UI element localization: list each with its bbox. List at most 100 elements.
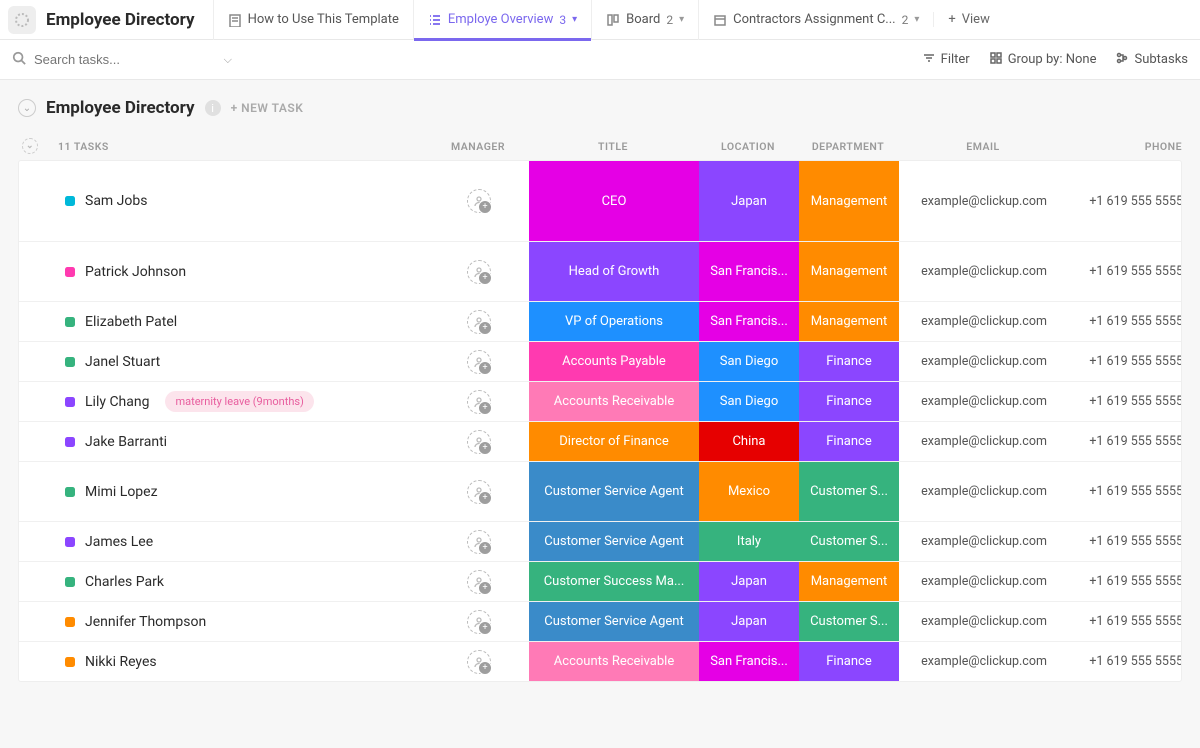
department-cell[interactable]: Finance: [799, 342, 899, 381]
title-cell[interactable]: Customer Service Agent: [529, 602, 699, 641]
collapse-toggle[interactable]: ⌄: [18, 99, 36, 117]
employee-name[interactable]: Mimi Lopez: [85, 484, 158, 500]
title-cell[interactable]: Accounts Receivable: [529, 642, 699, 681]
phone-cell[interactable]: +1 619 555 5555: [1069, 342, 1182, 381]
assign-manager-button[interactable]: [467, 430, 491, 454]
phone-cell[interactable]: +1 619 555 5555: [1069, 522, 1182, 561]
chevron-down-icon[interactable]: ⌵: [224, 53, 232, 67]
assign-manager-button[interactable]: [467, 350, 491, 374]
email-cell[interactable]: example@clickup.com: [899, 522, 1069, 561]
status-square[interactable]: [65, 487, 75, 497]
phone-cell[interactable]: +1 619 555 5555: [1069, 602, 1182, 641]
location-cell[interactable]: Japan: [699, 562, 799, 601]
location-cell[interactable]: San Francis...: [699, 642, 799, 681]
table-row[interactable]: Charles ParkCustomer Success Ma...JapanM…: [19, 561, 1181, 601]
title-cell[interactable]: Customer Service Agent: [529, 462, 699, 521]
table-row[interactable]: Janel Stuart Accounts PayableSan DiegoFin…: [19, 341, 1181, 381]
employee-name[interactable]: Sam Jobs: [85, 193, 147, 209]
department-cell[interactable]: Customer S...: [799, 602, 899, 641]
assign-manager-button[interactable]: [467, 530, 491, 554]
employee-name[interactable]: Nikki Reyes: [85, 654, 157, 670]
status-square[interactable]: [65, 267, 75, 277]
location-cell[interactable]: Mexico: [699, 462, 799, 521]
department-cell[interactable]: Management: [799, 242, 899, 301]
chevron-down-icon[interactable]: ▾: [572, 14, 577, 25]
chevron-down-icon[interactable]: ▾: [679, 14, 684, 25]
col-department[interactable]: DEPARTMENT: [798, 140, 898, 153]
phone-cell[interactable]: +1 619 555 5555: [1069, 302, 1182, 341]
phone-cell[interactable]: +1 619 555 5555: [1069, 462, 1182, 521]
assign-manager-button[interactable]: [467, 480, 491, 504]
search-input[interactable]: [34, 52, 216, 67]
status-square[interactable]: [65, 437, 75, 447]
location-cell[interactable]: San Diego: [699, 342, 799, 381]
table-row[interactable]: Jake BarrantiDirector of FinanceChinaFin…: [19, 421, 1181, 461]
status-square[interactable]: [65, 317, 75, 327]
status-square[interactable]: [65, 657, 75, 667]
email-cell[interactable]: example@clickup.com: [899, 562, 1069, 601]
expand-all-toggle[interactable]: ⌄: [22, 138, 38, 154]
email-cell[interactable]: example@clickup.com: [899, 342, 1069, 381]
table-row[interactable]: Elizabeth PatelVP of OperationsSan Franc…: [19, 301, 1181, 341]
employee-name[interactable]: James Lee: [85, 534, 153, 550]
phone-cell[interactable]: +1 619 555 5555: [1069, 161, 1182, 241]
department-cell[interactable]: Management: [799, 302, 899, 341]
table-row[interactable]: Sam JobsCEOJapanManagementexample@clicku…: [19, 161, 1181, 241]
department-cell[interactable]: Customer S...: [799, 522, 899, 561]
groupby-button[interactable]: Group by: None: [990, 52, 1097, 68]
assign-manager-button[interactable]: [467, 310, 491, 334]
title-cell[interactable]: Director of Finance: [529, 422, 699, 461]
view-tab[interactable]: Contractors Assignment C...2▾: [698, 0, 933, 40]
employee-name[interactable]: Jake Barranti: [85, 434, 167, 450]
status-square[interactable]: [65, 617, 75, 627]
status-square[interactable]: [65, 537, 75, 547]
email-cell[interactable]: example@clickup.com: [899, 302, 1069, 341]
email-cell[interactable]: example@clickup.com: [899, 642, 1069, 681]
table-row[interactable]: Jennifer ThompsonCustomer Service AgentJ…: [19, 601, 1181, 641]
phone-cell[interactable]: +1 619 555 5555: [1069, 642, 1182, 681]
department-cell[interactable]: Management: [799, 562, 899, 601]
title-cell[interactable]: Customer Service Agent: [529, 522, 699, 561]
assign-manager-button[interactable]: [467, 260, 491, 284]
status-square[interactable]: [65, 577, 75, 587]
employee-name[interactable]: Lily Chang: [85, 394, 149, 410]
table-row[interactable]: Nikki Reyes Accounts ReceivableSan Franci…: [19, 641, 1181, 681]
email-cell[interactable]: example@clickup.com: [899, 602, 1069, 641]
employee-name[interactable]: Patrick Johnson: [85, 264, 186, 280]
table-row[interactable]: Patrick Johnson Head of GrowthSan Francis…: [19, 241, 1181, 301]
col-manager[interactable]: MANAGER: [428, 140, 528, 153]
email-cell[interactable]: example@clickup.com: [899, 462, 1069, 521]
col-phone[interactable]: PHONE: [1068, 140, 1188, 153]
chevron-down-icon[interactable]: ▾: [914, 14, 919, 25]
view-tab[interactable]: How to Use This Template: [213, 0, 413, 40]
department-cell[interactable]: Finance: [799, 382, 899, 421]
email-cell[interactable]: example@clickup.com: [899, 242, 1069, 301]
location-cell[interactable]: China: [699, 422, 799, 461]
title-cell[interactable]: Head of Growth: [529, 242, 699, 301]
view-tab[interactable]: Employe Overview3▾: [413, 0, 591, 40]
assign-manager-button[interactable]: [467, 390, 491, 414]
title-cell[interactable]: Accounts Payable: [529, 342, 699, 381]
col-email[interactable]: EMAIL: [898, 140, 1068, 153]
phone-cell[interactable]: +1 619 555 5555: [1069, 562, 1182, 601]
employee-name[interactable]: Janel Stuart: [85, 354, 160, 370]
new-task-button[interactable]: + NEW TASK: [231, 101, 304, 115]
col-title[interactable]: TITLE: [528, 140, 698, 153]
table-row[interactable]: Lily Changmaternity leave (9months)Accou…: [19, 381, 1181, 421]
phone-cell[interactable]: +1 619 555 5555: [1069, 422, 1182, 461]
location-cell[interactable]: Italy: [699, 522, 799, 561]
status-square[interactable]: [65, 397, 75, 407]
department-cell[interactable]: Management: [799, 161, 899, 241]
assign-manager-button[interactable]: [467, 610, 491, 634]
subtasks-button[interactable]: Subtasks: [1116, 52, 1188, 68]
employee-name[interactable]: Elizabeth Patel: [85, 314, 177, 330]
location-cell[interactable]: Japan: [699, 602, 799, 641]
title-cell[interactable]: Customer Success Ma...: [529, 562, 699, 601]
email-cell[interactable]: example@clickup.com: [899, 422, 1069, 461]
location-cell[interactable]: San Francis...: [699, 242, 799, 301]
status-square[interactable]: [65, 196, 75, 206]
location-cell[interactable]: Japan: [699, 161, 799, 241]
col-location[interactable]: LOCATION: [698, 140, 798, 153]
location-cell[interactable]: San Francis...: [699, 302, 799, 341]
table-row[interactable]: Mimi LopezCustomer Service AgentMexicoCu…: [19, 461, 1181, 521]
